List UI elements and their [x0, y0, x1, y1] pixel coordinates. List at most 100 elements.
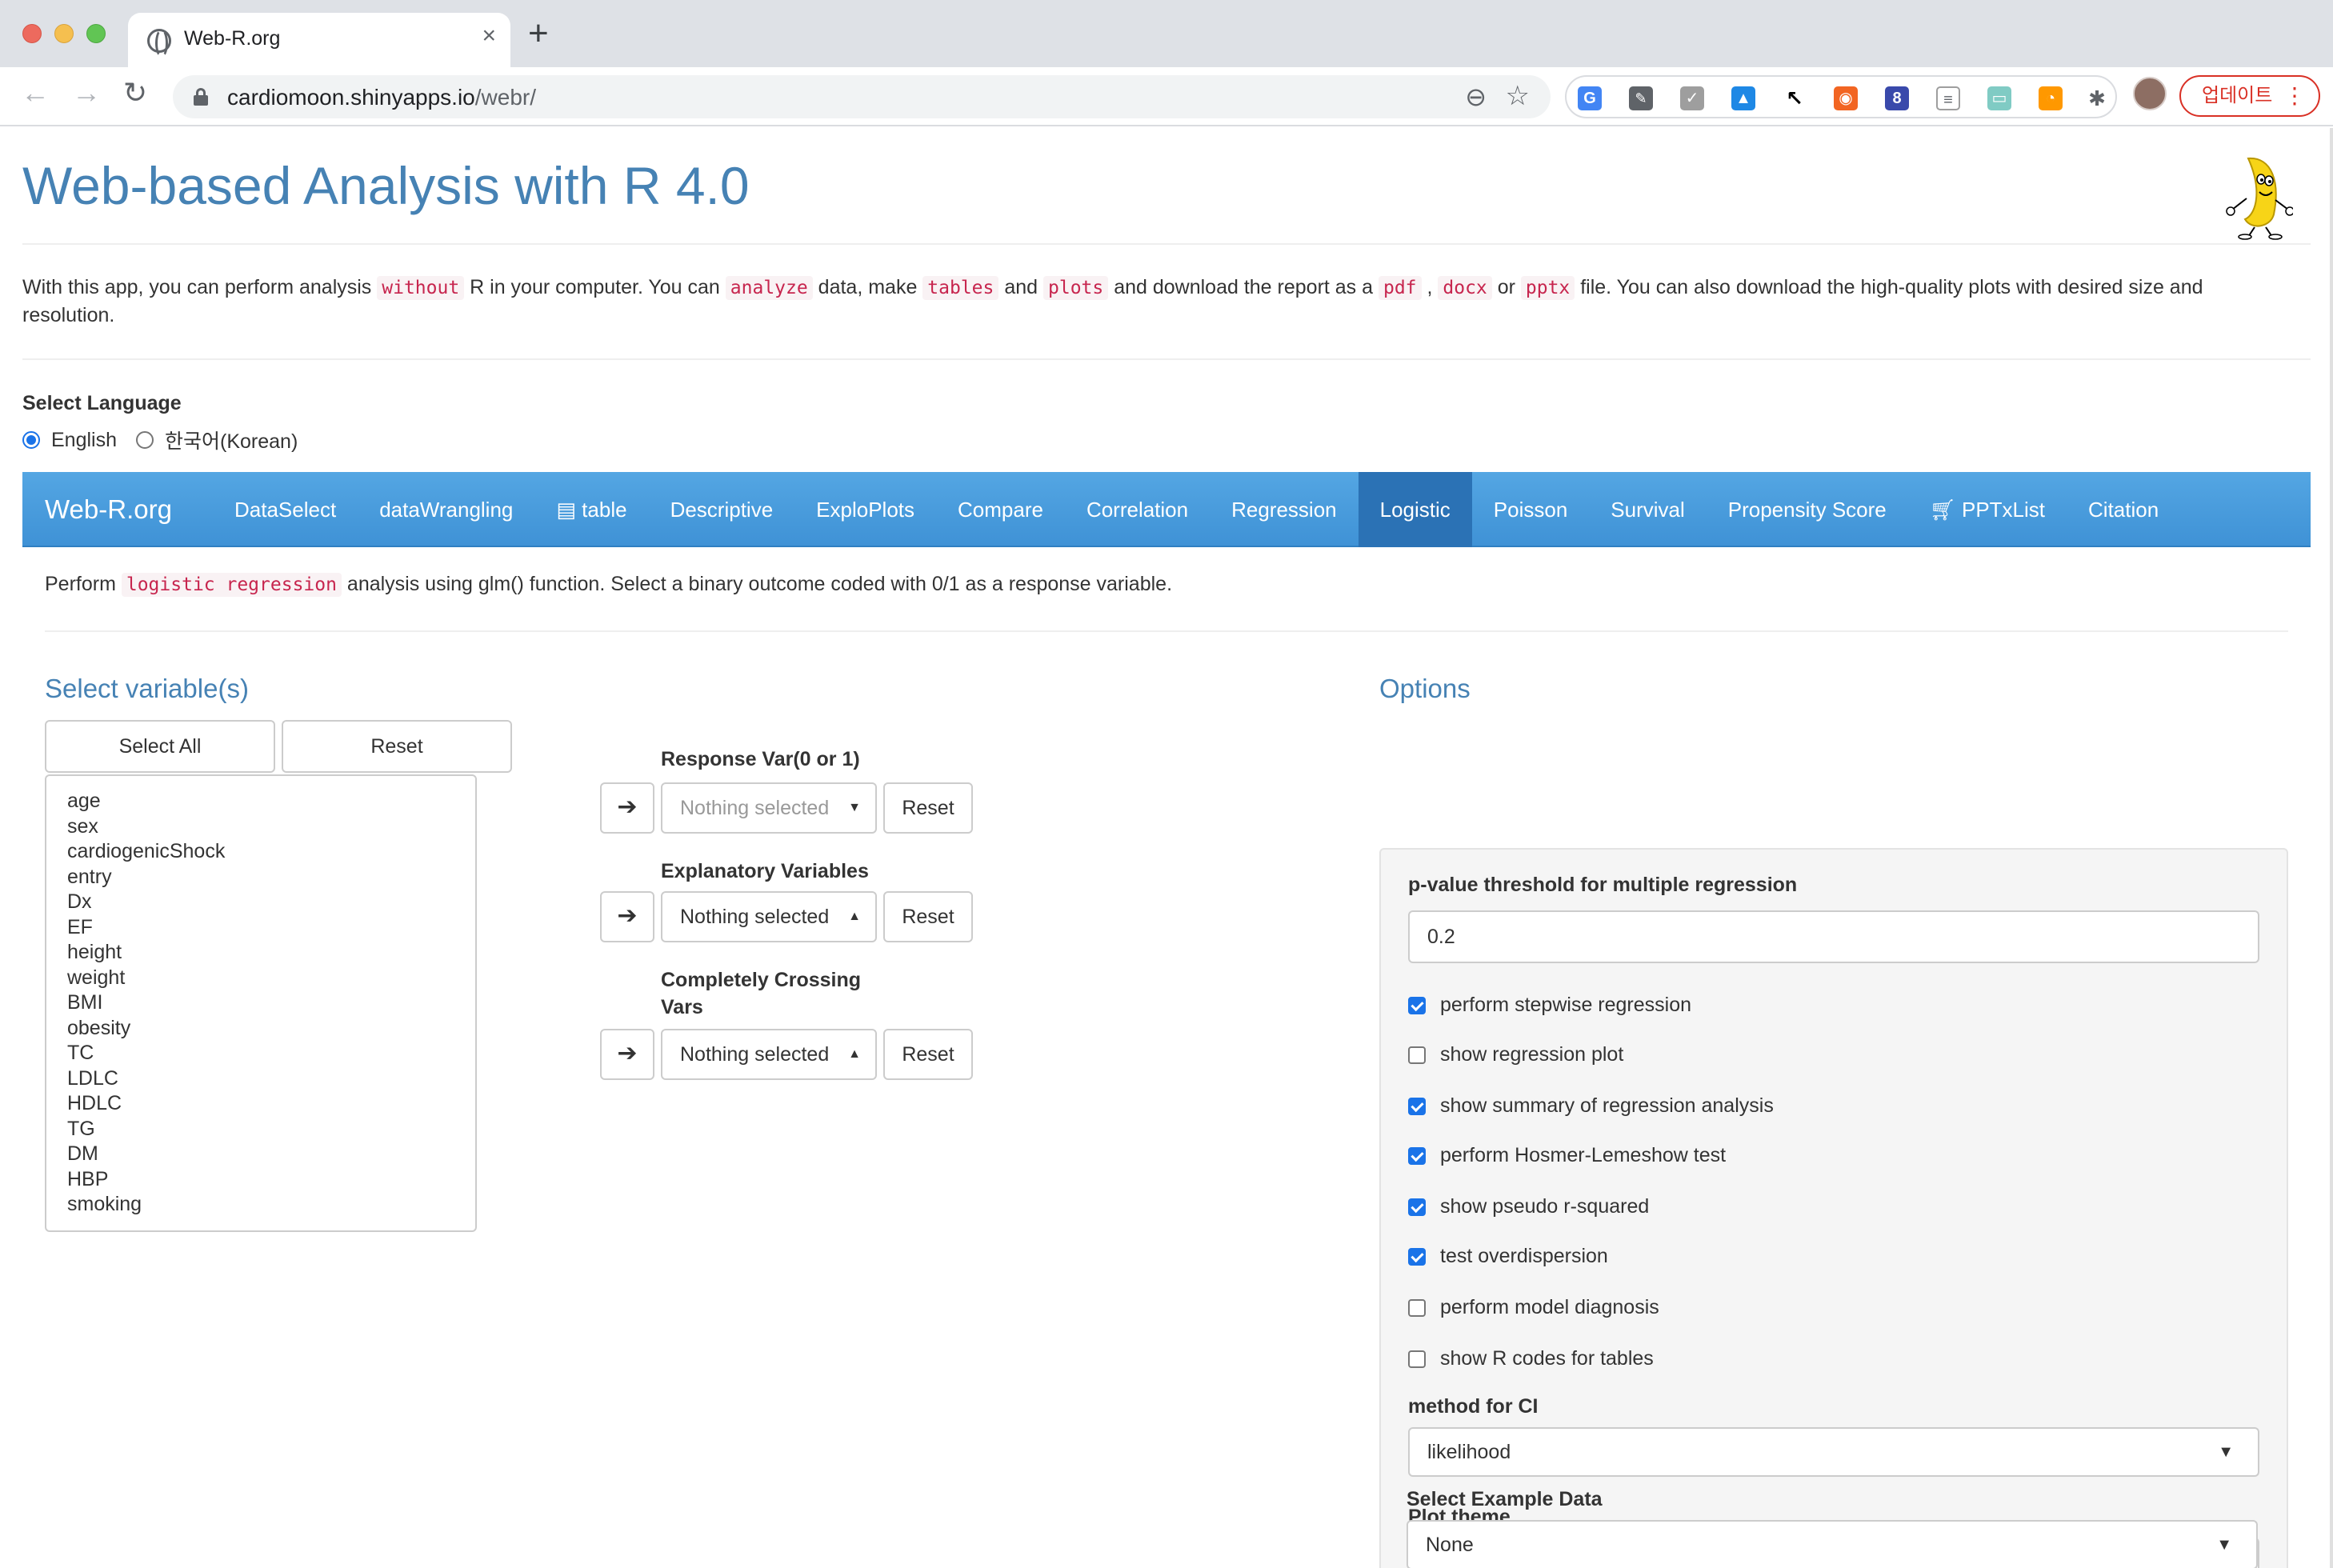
- checkbox[interactable]: [1408, 1146, 1426, 1165]
- nav-item-survival[interactable]: Survival: [1589, 472, 1706, 547]
- reader-extension-icon[interactable]: ≡: [1936, 86, 1960, 110]
- pvalue-input[interactable]: 0.2: [1408, 910, 2259, 963]
- checkbox-summary[interactable]: show summary of regression analysis: [1408, 1094, 1774, 1118]
- zoom-icon[interactable]: ⊖: [1465, 82, 1487, 112]
- badge-extension-icon[interactable]: 8: [1885, 86, 1909, 110]
- arrow-right-icon: ➔: [617, 794, 638, 820]
- list-item[interactable]: HDLC: [67, 1091, 475, 1117]
- checkbox[interactable]: [1408, 1198, 1426, 1216]
- variable-list[interactable]: age sex cardiogenicShock entry Dx EF hei…: [45, 774, 477, 1232]
- forward-icon[interactable]: →: [72, 78, 101, 107]
- nav-item-datawrangling[interactable]: dataWrangling: [358, 472, 534, 547]
- radio-korean[interactable]: 한국어(Korean): [136, 426, 298, 454]
- list-item[interactable]: HBP: [67, 1167, 475, 1193]
- list-item[interactable]: entry: [67, 865, 475, 890]
- nav-item-compare[interactable]: Compare: [936, 472, 1065, 547]
- notes-extension-icon[interactable]: ✓: [1680, 86, 1704, 110]
- list-item[interactable]: smoking: [67, 1192, 475, 1218]
- example-data-select[interactable]: None ▼: [1407, 1520, 2258, 1568]
- url-text[interactable]: cardiomoon.shinyapps.io/webr/: [227, 85, 536, 110]
- reload-icon[interactable]: ↻: [123, 78, 147, 107]
- nav-item-logistic[interactable]: Logistic: [1358, 472, 1472, 547]
- nav-item-pptxlist[interactable]: 🛒︎ PPTxList: [1908, 472, 2067, 547]
- update-button[interactable]: 업데이트 ⋮: [2179, 75, 2320, 117]
- feed-extension-icon[interactable]: ◔: [2039, 86, 2063, 110]
- nav-item-table[interactable]: ▤ table: [534, 472, 648, 547]
- checkbox[interactable]: [1408, 1298, 1426, 1317]
- list-item[interactable]: cardiogenicShock: [67, 839, 475, 865]
- page-scrollbar[interactable]: [2330, 128, 2333, 1568]
- close-icon[interactable]: ×: [482, 24, 496, 48]
- ci-method-select[interactable]: likelihood ▼: [1408, 1427, 2259, 1477]
- explanatory-vars-picker[interactable]: Nothing selected ▲: [661, 891, 877, 942]
- checkbox[interactable]: [1408, 1247, 1426, 1266]
- navbar-brand[interactable]: Web-R.org: [45, 494, 172, 525]
- avatar[interactable]: [2133, 77, 2167, 110]
- list-item[interactable]: obesity: [67, 1016, 475, 1042]
- rss-extension-icon[interactable]: ◉: [1834, 86, 1858, 110]
- address-bar[interactable]: cardiomoon.shinyapps.io/webr/ ⊖ ☆: [173, 75, 1551, 118]
- screenshot-extension-icon[interactable]: ▭: [1987, 86, 2011, 110]
- list-item[interactable]: DM: [67, 1142, 475, 1167]
- checkbox-overdispersion[interactable]: test overdispersion: [1408, 1245, 1608, 1268]
- window-zoom-button[interactable]: [86, 24, 106, 43]
- list-item[interactable]: height: [67, 940, 475, 966]
- back-icon[interactable]: ←: [21, 78, 50, 107]
- checkbox-model-diagnosis[interactable]: perform model diagnosis: [1408, 1296, 1659, 1319]
- list-item[interactable]: sex: [67, 814, 475, 840]
- checkbox-regression-plot[interactable]: show regression plot: [1408, 1043, 1623, 1066]
- lock-icon[interactable]: [194, 88, 208, 106]
- window-close-button[interactable]: [22, 24, 42, 43]
- radio-button[interactable]: [136, 431, 154, 449]
- response-var-picker[interactable]: Nothing selected ▼: [661, 782, 877, 834]
- tab-title: Web-R.org: [184, 27, 281, 50]
- radio-english[interactable]: English: [22, 429, 117, 452]
- window-minimize-button[interactable]: [54, 24, 74, 43]
- crossing-reset-button[interactable]: Reset: [883, 1029, 973, 1080]
- nav-item-dataselect[interactable]: DataSelect: [213, 472, 358, 547]
- star-icon[interactable]: ☆: [1506, 80, 1530, 112]
- response-arrow-button[interactable]: ➔: [600, 782, 654, 834]
- nav-item-citation[interactable]: Citation: [2067, 472, 2180, 547]
- caret-down-icon: ▼: [2218, 1443, 2234, 1461]
- response-reset-button[interactable]: Reset: [883, 782, 973, 834]
- plus-icon[interactable]: +: [528, 16, 549, 51]
- list-item[interactable]: EF: [67, 915, 475, 941]
- checkbox[interactable]: [1408, 1046, 1426, 1064]
- list-item[interactable]: TG: [67, 1117, 475, 1142]
- checkbox[interactable]: [1408, 1350, 1426, 1368]
- nav-item-propensity-score[interactable]: Propensity Score: [1707, 472, 1908, 547]
- options-panel: p-value threshold for multiple regressio…: [1379, 848, 2288, 1568]
- list-item[interactable]: Dx: [67, 890, 475, 915]
- checkbox-pseudo-r2[interactable]: show pseudo r-squared: [1408, 1195, 1649, 1218]
- menu-dots-icon[interactable]: ⋮: [2283, 77, 2306, 115]
- checkbox[interactable]: [1408, 996, 1426, 1014]
- radio-button[interactable]: [22, 431, 40, 449]
- list-item[interactable]: TC: [67, 1041, 475, 1066]
- reset-button[interactable]: Reset: [282, 720, 512, 773]
- select-all-button[interactable]: Select All: [45, 720, 275, 773]
- list-item[interactable]: BMI: [67, 990, 475, 1016]
- checkbox-r-codes[interactable]: show R codes for tables: [1408, 1347, 1654, 1370]
- cursor-extension-icon[interactable]: ↖: [1783, 86, 1807, 110]
- eyedropper-extension-icon[interactable]: ✎: [1629, 86, 1653, 110]
- translate-extension-icon[interactable]: G: [1578, 86, 1602, 110]
- browser-tab[interactable]: Web-R.org ×: [128, 13, 510, 67]
- nav-item-correlation[interactable]: Correlation: [1065, 472, 1210, 547]
- crossing-arrow-button[interactable]: ➔: [600, 1029, 654, 1080]
- nav-item-descriptive[interactable]: Descriptive: [649, 472, 795, 547]
- list-item[interactable]: weight: [67, 966, 475, 991]
- scholar-extension-icon[interactable]: ▲: [1731, 86, 1755, 110]
- list-item[interactable]: LDLC: [67, 1066, 475, 1092]
- checkbox-hosmer-lemeshow[interactable]: perform Hosmer-Lemeshow test: [1408, 1144, 1726, 1167]
- nav-item-regression[interactable]: Regression: [1210, 472, 1359, 547]
- nav-item-exploplots[interactable]: ExploPlots: [794, 472, 936, 547]
- list-item[interactable]: age: [67, 789, 475, 814]
- puzzle-icon[interactable]: ✱: [2085, 86, 2109, 110]
- crossing-vars-picker[interactable]: Nothing selected ▲: [661, 1029, 877, 1080]
- nav-item-poisson[interactable]: Poisson: [1472, 472, 1590, 547]
- explanatory-reset-button[interactable]: Reset: [883, 891, 973, 942]
- explanatory-arrow-button[interactable]: ➔: [600, 891, 654, 942]
- checkbox-stepwise[interactable]: perform stepwise regression: [1408, 994, 1691, 1017]
- checkbox[interactable]: [1408, 1097, 1426, 1115]
